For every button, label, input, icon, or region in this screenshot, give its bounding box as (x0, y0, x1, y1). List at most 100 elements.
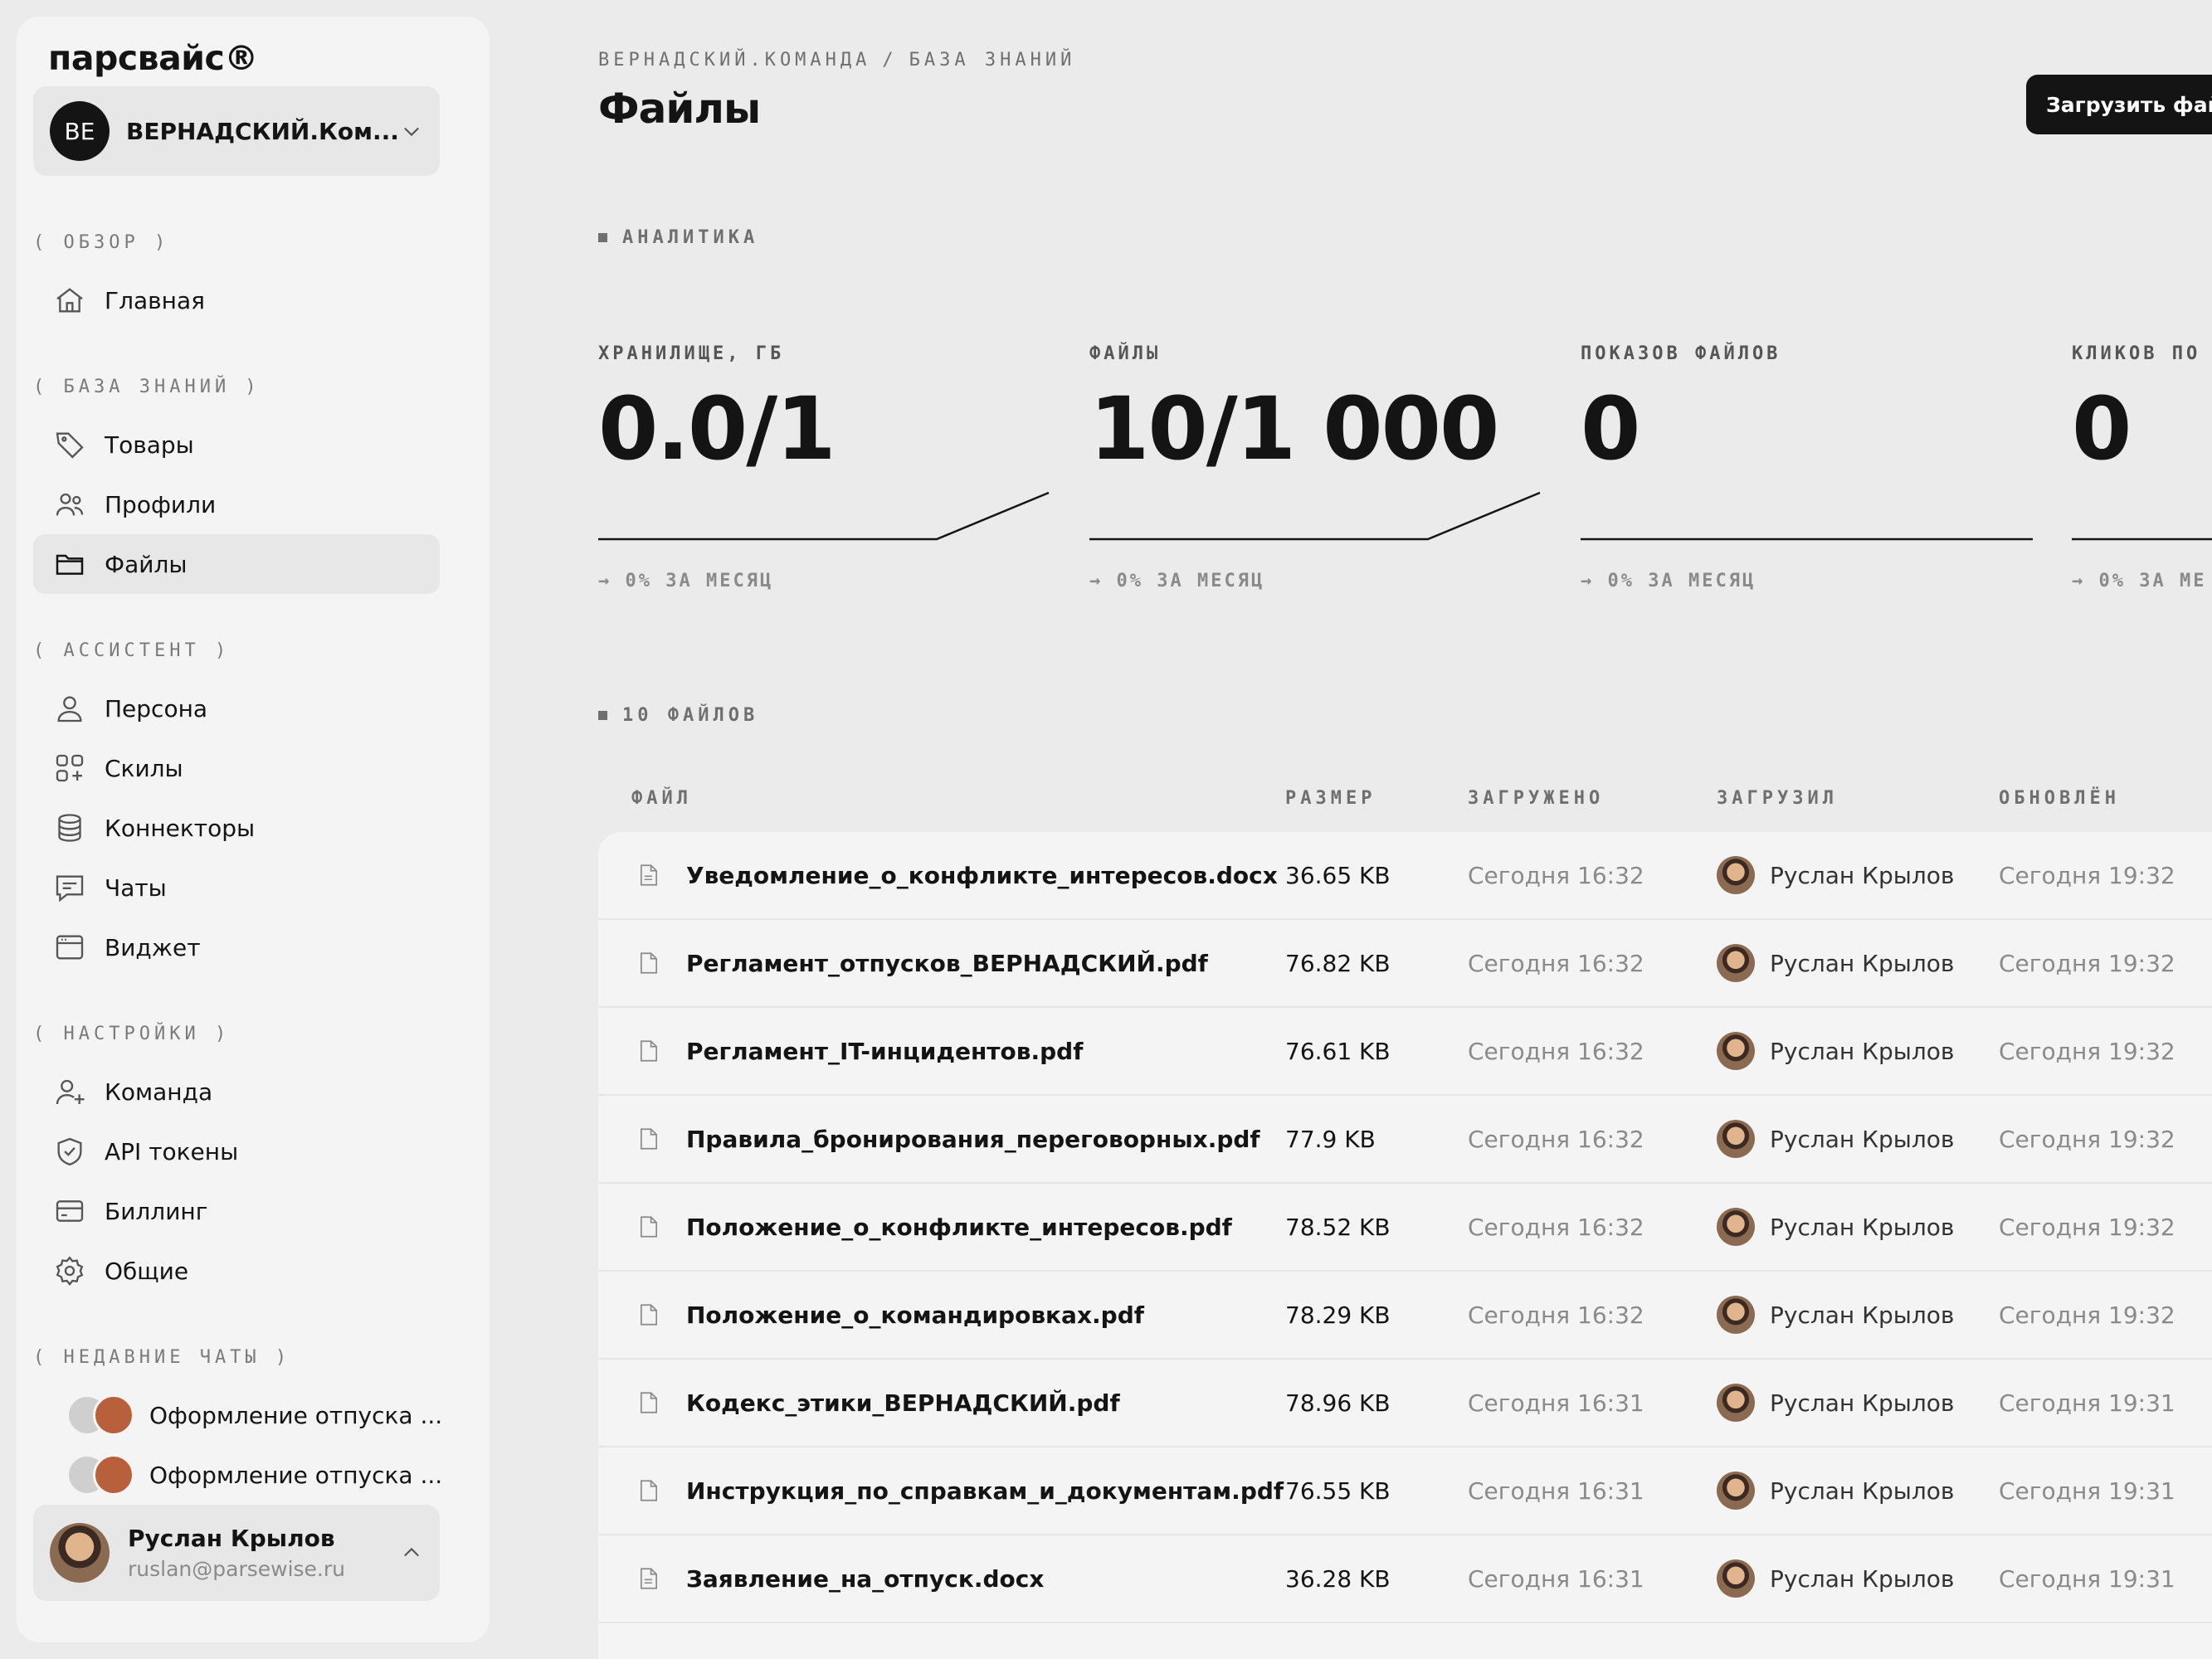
avatar (1717, 1384, 1755, 1422)
sidebar-item-products[interactable]: Товары (33, 415, 440, 474)
file-uploader: Руслан Крылов (1717, 920, 1954, 1006)
file-name[interactable]: Регламент_отпусков_ВЕРНАДСКИЙ.pdf (686, 950, 1208, 977)
org-switcher[interactable]: ВЕ ВЕРНАДСКИЙ.Ком... (33, 86, 440, 176)
file-uploaded: Сегодня 16:32 (1468, 861, 1644, 889)
metric-label: ФАЙЛЫ (1089, 343, 1162, 364)
table-row[interactable]: Правила_бронирования_переговорных.pdf 77.… (598, 1096, 2212, 1184)
file-size: 36.65 KB (1285, 861, 1391, 889)
sidebar-item-skills[interactable]: Скилы (33, 738, 440, 798)
file-cell[interactable]: Положение_о_командировках.pdf (635, 1272, 1144, 1358)
sidebar-item-label: Профили (105, 490, 217, 518)
table-row[interactable]: Положение_о_конфликте_интересов.pdf 78.52… (598, 1184, 2212, 1272)
file-size: 78.96 KB (1285, 1389, 1391, 1417)
file-cell[interactable]: Регламент_IT-инцидентов.pdf (635, 1008, 1083, 1094)
user-plus-icon (56, 1079, 85, 1105)
table-row[interactable]: Уведомление_о_конфликте_интересов.docx 36… (598, 832, 2212, 920)
sidebar-item-label: Скилы (105, 754, 183, 782)
file-cell[interactable]: Правила_бронирования_переговорных.pdf (635, 1096, 1260, 1182)
sidebar-item-label: Биллинг (105, 1197, 208, 1225)
file-updated: Сегодня 19:31 (1999, 1477, 2175, 1505)
sidebar-item-files[interactable]: Файлы (33, 534, 440, 594)
chat-icon (56, 875, 84, 902)
sidebar-item-api-tokens[interactable]: API токены (33, 1121, 440, 1181)
file-updated: Сегодня 19:32 (1999, 949, 2175, 977)
document-icon (640, 1304, 658, 1326)
uploader-name: Руслан Крылов (1770, 1477, 1955, 1505)
avatar (1717, 856, 1755, 894)
table-row[interactable]: Регламент_отпусков_ВЕРНАДСКИЙ.pdf 76.82 K… (598, 920, 2212, 1008)
sidebar-item-profiles[interactable]: Профили (33, 474, 440, 534)
file-updated: Сегодня 19:31 (1999, 1389, 2175, 1417)
metric-value: 0 (2072, 378, 2132, 479)
metric-label: КЛИКОВ ПО (2072, 343, 2201, 364)
metric-file-views: ПОКАЗОВ ФАЙЛОВ 0 → 0% ЗА МЕСЯЦ (1581, 343, 2033, 591)
file-name[interactable]: Правила_бронирования_переговорных.pdf (686, 1126, 1260, 1153)
column-header-uploader[interactable]: ЗАГРУЗИЛ (1717, 788, 1838, 809)
column-header-size[interactable]: РАЗМЕР (1285, 788, 1376, 809)
file-name[interactable]: Положение_о_командировках.pdf (686, 1301, 1144, 1329)
file-name[interactable]: Кодекс_этики_ВЕРНАДСКИЙ.pdf (686, 1389, 1120, 1417)
chevron-up-icon (404, 1547, 419, 1557)
file-name[interactable]: Заявление_на_отпуск.docx (686, 1565, 1044, 1593)
breadcrumb-item[interactable]: ВЕРНАДСКИЙ.КОМАНДА (598, 50, 870, 71)
column-header-updated[interactable]: ОБНОВЛЁН (1999, 788, 2120, 809)
file-uploader: Руслан Крылов (1717, 1184, 1954, 1270)
sidebar-item-label: Главная (105, 286, 205, 314)
app-logo[interactable]: парсвайс® (48, 38, 258, 78)
file-cell[interactable]: Уведомление_о_конфликте_интересов.docx (635, 832, 1278, 918)
file-updated: Сегодня 19:32 (1999, 1301, 2175, 1329)
user-menu[interactable]: Руслан Крылов ruslan@parsewise.ru (33, 1505, 440, 1601)
user-icon (57, 696, 82, 722)
tag-icon (56, 432, 84, 459)
table-row[interactable]: Положение_о_командировках.pdf 78.29 KB Сег… (598, 1272, 2212, 1360)
file-cell[interactable]: Регламент_отпусков_ВЕРНАДСКИЙ.pdf (635, 920, 1208, 1006)
file-name[interactable]: Регламент_IT-инцидентов.pdf (686, 1038, 1083, 1065)
file-size: 76.55 KB (1285, 1477, 1391, 1505)
metric-sparkline (1581, 538, 2033, 541)
sidebar-item-team[interactable]: Команда (33, 1062, 440, 1121)
uploader-name: Руслан Крылов (1770, 1564, 1955, 1593)
section-label-assistant: ( АССИСТЕНТ ) (33, 640, 231, 661)
upload-file-button[interactable]: Загрузить файл (2026, 75, 2212, 134)
file-cell[interactable]: Положение_о_конфликте_интересов.pdf (635, 1184, 1232, 1270)
file-cell[interactable]: Кодекс_этики_ВЕРНАДСКИЙ.pdf (635, 1360, 1120, 1446)
file-name[interactable]: Уведомление_о_конфликте_интересов.docx (686, 862, 1278, 889)
uploader-name: Руслан Крылов (1770, 1213, 1955, 1241)
metric-value: 0.0/1 (598, 378, 836, 479)
sidebar-item-connectors[interactable]: Коннекторы (33, 798, 440, 858)
sidebar-item-chats[interactable]: Чаты (33, 858, 440, 917)
file-name[interactable]: Инструкция_по_справкам_и_документам.pdf (686, 1477, 1284, 1505)
breadcrumb-item[interactable]: БАЗА ЗНАНИЙ (909, 50, 1076, 71)
chat-avatars (66, 1454, 134, 1496)
recent-chat-item[interactable]: Оформление отпуска ... (33, 1450, 442, 1500)
file-uploader: Руслан Крылов (1717, 832, 1954, 918)
sidebar-item-billing[interactable]: Биллинг (33, 1181, 440, 1241)
sidebar-item-persona[interactable]: Персона (33, 679, 440, 738)
avatar (1717, 1296, 1755, 1334)
user-name: Руслан Крылов (128, 1525, 335, 1552)
sidebar-item-home[interactable]: Главная (33, 270, 440, 330)
avatar (1717, 944, 1755, 982)
shield-check-icon (57, 1137, 82, 1166)
table-row[interactable]: Инструкция_по_справкам_и_документам.pdf 7… (598, 1447, 2212, 1535)
sidebar-item-label: Виджет (105, 933, 201, 961)
file-cell[interactable]: Инструкция_по_справкам_и_документам.pdf (635, 1447, 1284, 1534)
breadcrumb-separator: / (882, 50, 898, 71)
document-icon (640, 1040, 658, 1062)
file-uploaded: Сегодня 16:32 (1468, 949, 1644, 977)
column-header-uploaded[interactable]: ЗАГРУЖЕНО (1468, 788, 1604, 809)
column-header-file[interactable]: ФАЙЛ (631, 788, 692, 809)
file-name[interactable]: Положение_о_конфликте_интересов.pdf (686, 1214, 1232, 1241)
avatar (93, 1394, 134, 1436)
table-row[interactable]: Регламент_IT-инцидентов.pdf 76.61 KB Сегод… (598, 1008, 2212, 1096)
sidebar-item-general[interactable]: Общие (33, 1241, 440, 1301)
avatar (50, 1523, 110, 1583)
recent-chat-item[interactable]: Оформление отпуска ... (33, 1390, 442, 1440)
file-cell[interactable]: Заявление_на_отпуск.docx (635, 1535, 1044, 1622)
files-count-label: 10 ФАЙЛОВ (598, 705, 758, 726)
table-row[interactable]: Заявление_на_отпуск.docx 36.28 KB Сегодня … (598, 1535, 2212, 1623)
sidebar-item-widget[interactable]: Виджет (33, 917, 440, 977)
analytics-label: АНАЛИТИКА (598, 227, 758, 248)
file-size: 36.28 KB (1285, 1564, 1391, 1593)
table-row[interactable]: Кодекс_этики_ВЕРНАДСКИЙ.pdf 78.96 KB Сегод… (598, 1360, 2212, 1447)
